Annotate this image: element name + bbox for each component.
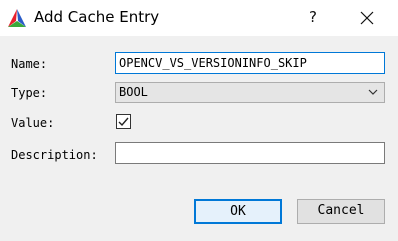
name-label: Name: bbox=[11, 57, 48, 71]
window-title: Add Cache Entry bbox=[34, 8, 160, 26]
type-label: Type: bbox=[11, 86, 48, 100]
cancel-button[interactable]: Cancel bbox=[297, 199, 385, 224]
description-label: Description: bbox=[11, 148, 98, 162]
value-label: Value: bbox=[11, 116, 55, 130]
ok-button[interactable]: OK bbox=[194, 199, 282, 224]
type-select[interactable]: BOOL bbox=[115, 82, 385, 103]
cmake-logo-icon bbox=[8, 9, 26, 27]
name-field[interactable]: OPENCV_VS_VERSIONINFO_SKIP bbox=[115, 52, 385, 74]
help-button[interactable]: ? bbox=[303, 6, 323, 28]
title-bar: Add Cache Entry ? bbox=[0, 0, 398, 36]
description-field[interactable] bbox=[115, 142, 385, 164]
chevron-down-icon bbox=[368, 89, 378, 95]
value-checkbox[interactable] bbox=[116, 114, 131, 129]
type-select-value: BOOL bbox=[119, 85, 148, 99]
close-icon[interactable] bbox=[359, 10, 375, 26]
checkmark-icon bbox=[118, 117, 129, 127]
